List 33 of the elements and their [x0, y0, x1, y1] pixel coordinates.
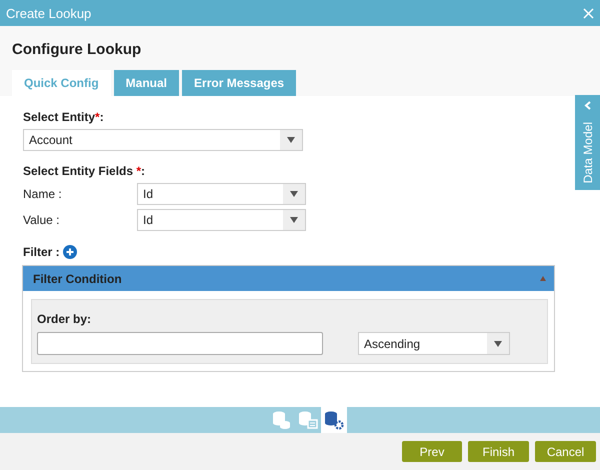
field-label: Select Entity*:: [23, 110, 105, 124]
sort-dropdown[interactable]: Ascending: [358, 332, 510, 355]
field-dropdown[interactable]: Id: [137, 209, 306, 231]
database-gear-icon: [324, 410, 344, 430]
entity-dropdown[interactable]: Account: [23, 129, 303, 151]
collapse-icon[interactable]: [540, 276, 546, 281]
caret-icon: [287, 137, 295, 143]
field-label: Name :: [23, 187, 63, 201]
field-label: Order by:: [37, 312, 92, 326]
panel-title: Filter Condition: [33, 272, 122, 286]
databases-icon: [272, 410, 292, 430]
toolbar-tab[interactable]: [320, 407, 346, 433]
page-heading: Configure Lookup: [12, 41, 142, 58]
field-label: Select Entity Fields *:: [23, 164, 146, 178]
caret-icon: [290, 191, 298, 197]
database-table-icon: [298, 410, 318, 430]
caret-icon: [494, 340, 502, 346]
footer-button[interactable]: Prev: [402, 441, 462, 462]
window-title: Create Lookup: [6, 6, 92, 20]
filter-label: Filter :: [23, 245, 60, 259]
chevron-icon: [584, 101, 591, 110]
tab[interactable]: Manual: [114, 70, 180, 96]
footer-button[interactable]: Finish: [468, 441, 529, 462]
caret-icon: [290, 217, 298, 223]
tab[interactable]: Error Messages: [182, 70, 296, 96]
tab[interactable]: Quick Config: [12, 70, 111, 96]
side-panel-tab[interactable]: Data Model: [575, 95, 600, 190]
add-icon[interactable]: [62, 245, 77, 259]
close-icon[interactable]: [583, 8, 594, 18]
order-by-field[interactable]: [37, 332, 323, 355]
footer-button[interactable]: Cancel: [535, 441, 596, 462]
field-label: Value :: [23, 213, 60, 227]
field-dropdown[interactable]: Id: [137, 183, 306, 205]
